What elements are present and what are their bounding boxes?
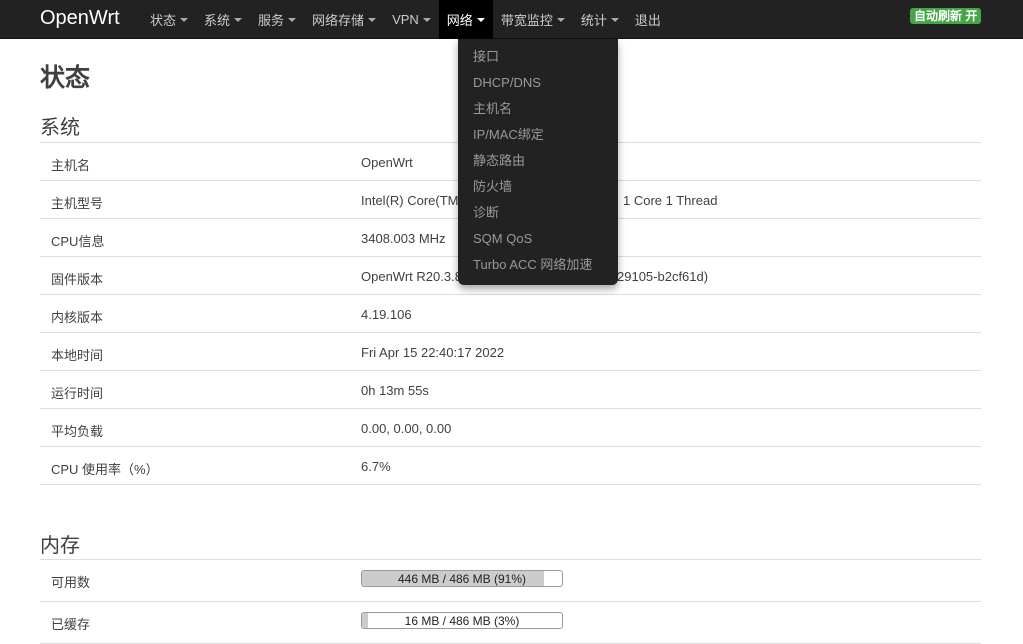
nav-item-label: VPN [392,12,419,27]
chevron-down-icon [610,18,619,22]
nav-item-label: 网络存储 [312,13,365,28]
row-label: 平均负载 [51,424,104,439]
row-label: CPU 使用率（%） [51,462,159,477]
row-value: Intel(R) Core(TM [361,193,459,208]
section-title-memory: 内存 [40,535,80,557]
row-label: 已缓存 [51,617,91,632]
memory-progress-bar: 16 MB / 486 MB (3%) [361,612,563,629]
nav-item-8[interactable]: 退出 [627,0,669,39]
row-label: 主机型号 [51,196,104,211]
top-navbar: OpenWrt 状态 系统 服务 网络存储 VPN 网络 带宽监控 统计 退出 自动刷新 开 [0,0,1023,39]
dropdown-item-0[interactable]: 接口 [458,44,618,70]
row-value: 3408.003 MHz [361,231,446,246]
row-label: 可用数 [51,575,91,590]
table-row: 可用数 446 MB / 486 MB (91%) [40,560,981,602]
table-row: CPU 使用率（%） 6.7% [40,447,981,485]
dropdown-item-8[interactable]: Turbo ACC 网络加速 [458,252,618,278]
dropdown-item-1[interactable]: DHCP/DNS [458,70,618,96]
row-label: 运行时间 [51,386,104,401]
chevron-down-icon [234,18,243,22]
chevron-down-icon [556,18,565,22]
chevron-down-icon [288,18,297,22]
row-label: CPU信息 [51,234,105,249]
auto-refresh-badge[interactable]: 自动刷新 开 [910,8,982,24]
row-label: 主机名 [51,158,91,173]
row-value: Fri Apr 15 22:40:17 2022 [361,345,505,360]
nav-item-0[interactable]: 状态 [142,0,196,39]
nav-item-1[interactable]: 系统 [196,0,250,39]
progress-text: 16 MB / 486 MB (3%) [404,614,520,628]
chevron-down-icon [476,18,485,22]
chevron-down-icon [422,18,431,22]
table-row: 已缓存 16 MB / 486 MB (3%) [40,602,981,644]
brand-logo[interactable]: OpenWrt [40,7,120,30]
nav-item-7[interactable]: 统计 [573,0,627,39]
nav-item-label: 退出 [634,13,661,28]
dropdown-item-4[interactable]: 静态路由 [458,148,618,174]
nav-item-6[interactable]: 带宽监控 [493,0,573,39]
nav-item-label: 状态 [150,13,177,28]
dropdown-item-5[interactable]: 防火墙 [458,174,618,200]
table-row: 运行时间 0h 13m 55s [40,371,981,409]
table-row: 平均负载 0.00, 0.00, 0.00 [40,409,981,447]
row-value-tail: 1 Core 1 Thread [623,193,718,208]
nav-item-label: 服务 [258,13,285,28]
row-value: OpenWrt R20.3.8 [361,269,462,284]
dropdown-item-3[interactable]: IP/MAC绑定 [458,122,618,148]
row-value: 6.7% [361,459,391,474]
nav-item-4[interactable]: VPN [384,0,439,39]
nav-item-label: 系统 [204,13,231,28]
chevron-down-icon [368,18,377,22]
nav-item-label: 统计 [580,13,607,28]
row-label: 内核版本 [51,310,104,325]
row-label: 本地时间 [51,348,104,363]
chevron-down-icon [180,18,189,22]
table-row: 本地时间 Fri Apr 15 22:40:17 2022 [40,333,981,371]
nav-item-5[interactable]: 网络 [438,0,493,39]
dropdown-item-7[interactable]: SQM QoS [458,226,618,252]
memory-progress-bar: 446 MB / 486 MB (91%) [361,570,563,587]
row-label: 固件版本 [51,272,104,287]
row-value: OpenWrt [361,155,413,170]
main-nav: 状态 系统 服务 网络存储 VPN 网络 带宽监控 统计 退出 [142,0,669,39]
row-value: 0h 13m 55s [361,383,429,398]
nav-item-2[interactable]: 服务 [250,0,304,39]
nav-item-label: 带宽监控 [500,13,553,28]
row-value-tail: 29105-b2cf61d) [617,269,709,284]
row-value: 4.19.106 [361,307,412,322]
row-value: 0.00, 0.00, 0.00 [361,421,452,436]
network-dropdown-menu: 接口 DHCP/DNS 主机名 IP/MAC绑定 静态路由 防火墙 诊断 SQM QoS Tur… [458,39,618,285]
nav-item-3[interactable]: 网络存储 [304,0,384,39]
section-title-system: 系统 [40,117,80,139]
table-row: 内核版本 4.19.106 [40,295,981,333]
nav-item-label: 网络 [446,13,473,28]
dropdown-item-6[interactable]: 诊断 [458,200,618,226]
progress-text: 446 MB / 486 MB (91%) [397,572,527,586]
page-title: 状态 [40,64,91,92]
memory-info-table: 可用数 446 MB / 486 MB (91%) 已缓存 16 MB / 486 M… [40,559,981,644]
dropdown-item-2[interactable]: 主机名 [458,96,618,122]
